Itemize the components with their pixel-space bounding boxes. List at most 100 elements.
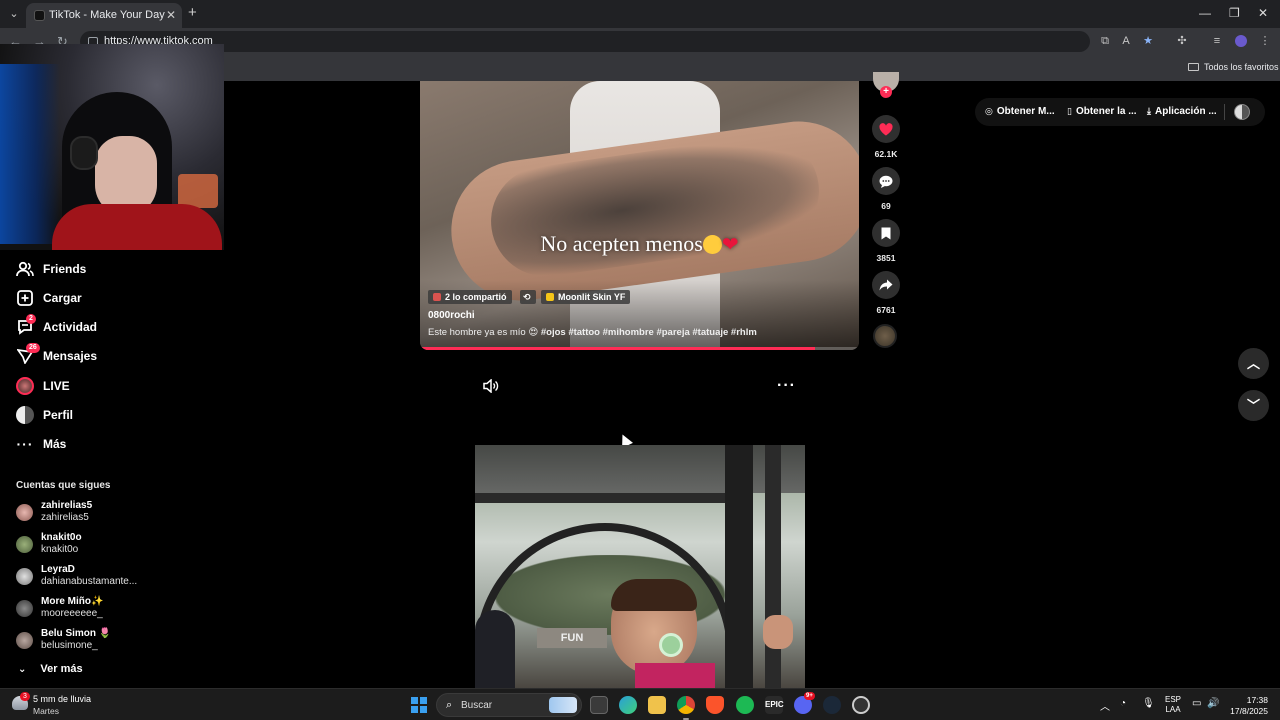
more-icon: ··· <box>16 436 34 452</box>
edge-icon[interactable] <box>619 696 637 714</box>
sidebar-item-messages[interactable]: 26 Mensajes <box>16 343 97 367</box>
sidebar-item-label: Perfil <box>43 408 74 422</box>
creator-avatar[interactable]: + <box>873 72 899 98</box>
chevron-down-icon: ⌄ <box>18 664 27 675</box>
sidebar-item-upload[interactable]: Cargar <box>16 287 82 309</box>
speaker-icon[interactable]: 🔊 <box>1207 698 1219 709</box>
account-avatar <box>16 632 33 649</box>
task-view-icon[interactable] <box>590 696 608 714</box>
tab-close-icon[interactable]: ✕ <box>166 8 176 22</box>
bookmark-icon[interactable] <box>872 219 900 247</box>
profile-avatar-icon[interactable] <box>1235 35 1247 47</box>
microphone-icon[interactable]: 🎙 <box>1142 698 1155 709</box>
save-count: 3851 <box>876 253 896 263</box>
header-divider <box>1224 104 1225 120</box>
shared-avatar-icon <box>433 293 441 301</box>
install-app-icon[interactable]: ⧉ <box>1099 35 1111 47</box>
red-heart-emoji: ❤ <box>721 234 739 256</box>
weather-cloud-icon[interactable]: 3 <box>12 692 30 710</box>
taskbar-search[interactable]: ⌕ Buscar <box>436 693 582 717</box>
steam-icon[interactable] <box>823 696 841 714</box>
video-hashtags[interactable]: #ojos #tattoo #mihombre #pareja #tatuaje… <box>541 327 757 338</box>
sidebar-item-label: Actividad <box>43 320 98 334</box>
sidebar-item-activity[interactable]: 2 Actividad <box>16 314 98 338</box>
video-author[interactable]: 0800rochi <box>428 310 475 321</box>
comment-count: 69 <box>881 201 891 211</box>
repost-chip[interactable]: ⟲ <box>520 290 536 304</box>
tray-app-icon[interactable]: ◔ <box>1120 698 1126 709</box>
system-clock[interactable]: 17:38 17/8/2025 <box>1226 695 1268 717</box>
video-player-1[interactable]: No acepten menos ❤ 2 lo compartió ⟲ Moonl… <box>420 81 859 350</box>
tiktok-favicon-icon <box>34 10 45 21</box>
top-actions-bar: ◎ Obtener M... ▯ Obtener la ... ⤓ Aplicació… <box>975 98 1265 126</box>
all-bookmarks-button[interactable]: Todos los favoritos <box>1188 62 1279 72</box>
extensions-icon[interactable]: ✣ <box>1176 35 1188 47</box>
get-coins-button[interactable]: ◎ Obtener M... <box>985 106 1055 117</box>
video-description: Este hombre ya es mío 😍 #ojos #tattoo #m… <box>428 327 757 338</box>
like-count: 62.1K <box>874 149 898 159</box>
sidebar-item-more[interactable]: ··· Más <box>16 433 67 455</box>
messages-icon: 26 <box>16 343 40 365</box>
activity-badge: 2 <box>26 314 36 324</box>
share-action[interactable]: 6761 <box>870 271 902 315</box>
video-progress-bar[interactable] <box>420 347 859 350</box>
music-disc-icon[interactable] <box>873 324 897 348</box>
tab-search-button[interactable]: ⌄ <box>4 4 24 24</box>
windows-start-icon[interactable] <box>411 697 427 713</box>
download-icon: ⤓ <box>1147 106 1151 116</box>
heart-icon[interactable] <box>872 115 900 143</box>
user-avatar[interactable] <box>1234 104 1250 120</box>
share-count: 6761 <box>876 305 896 315</box>
effect-icon <box>546 293 554 301</box>
follow-plus-icon[interactable]: + <box>880 86 892 98</box>
save-action[interactable]: 3851 <box>870 219 902 263</box>
shared-by-chip[interactable]: 2 lo compartió <box>428 290 512 304</box>
all-bookmarks-label: Todos los favoritos <box>1204 62 1279 72</box>
media-controls-icon[interactable]: ≡ <box>1211 35 1223 47</box>
input-language[interactable]: ESP LAA <box>1165 695 1181 715</box>
get-app-button[interactable]: ▯ Obtener la ... <box>1067 106 1137 117</box>
brave-icon[interactable] <box>706 696 724 714</box>
see-more-button[interactable]: ⌄ Ver más <box>18 663 83 675</box>
previous-video-button[interactable]: ︿ <box>1238 348 1269 379</box>
like-action[interactable]: 62.1K <box>870 115 902 159</box>
tray-expand-icon[interactable]: ︿ <box>1100 698 1110 713</box>
window-close-icon[interactable]: ✕ <box>1258 6 1268 20</box>
restore-icon[interactable]: ❐ <box>1229 6 1240 20</box>
video-player-2[interactable]: FUN <box>475 445 805 688</box>
chevron-up-icon: ︿ <box>1246 356 1260 371</box>
volume-icon[interactable] <box>483 378 501 395</box>
weather-forecast[interactable]: 5 mm de lluvia <box>33 694 91 704</box>
sidebar-item-profile[interactable]: Perfil <box>16 404 73 426</box>
account-username: knakit0o <box>41 532 82 543</box>
share-icon[interactable] <box>872 271 900 299</box>
bookmark-star-icon[interactable]: ★ <box>1142 35 1154 47</box>
chrome-icon[interactable] <box>677 696 695 720</box>
comment-icon[interactable] <box>872 167 900 195</box>
spotify-icon[interactable] <box>736 696 754 714</box>
browser-tab[interactable]: TikTok - Make Your Day ✕ <box>26 3 182 28</box>
browser-menu-icon[interactable]: ⋮ <box>1259 35 1271 47</box>
sidebar-item-friends[interactable]: Friends <box>16 258 86 280</box>
network-icon[interactable]: ▭ <box>1192 698 1201 709</box>
comment-action[interactable]: 69 <box>870 167 902 211</box>
desktop-app-button[interactable]: ⤓ Aplicación ... <box>1147 106 1217 117</box>
minimize-icon[interactable]: — <box>1199 6 1211 20</box>
sidebar-item-live[interactable]: LIVE <box>16 375 70 397</box>
epic-games-icon[interactable]: EPIC <box>765 696 784 714</box>
file-explorer-icon[interactable] <box>648 696 666 714</box>
park-sign: FUN <box>537 628 607 648</box>
discord-icon[interactable]: 9+ <box>794 692 815 714</box>
coin-icon: ◎ <box>985 106 993 116</box>
obs-icon[interactable] <box>852 696 870 714</box>
more-options-icon[interactable]: ··· <box>777 377 796 395</box>
translate-icon[interactable]: A <box>1120 35 1132 47</box>
account-avatar <box>16 600 33 617</box>
next-video-button[interactable]: ﹀ <box>1238 390 1269 421</box>
account-nickname: zahirelias5 <box>41 512 89 523</box>
following-section-title: Cuentas que sigues <box>16 480 111 491</box>
effect-chip[interactable]: Moonlit Skin YF <box>541 290 631 304</box>
new-tab-icon[interactable]: + <box>188 4 197 21</box>
address-bar[interactable]: https://www.tiktok.com <box>80 31 1090 52</box>
chevron-down-icon: ﹀ <box>1246 398 1260 413</box>
